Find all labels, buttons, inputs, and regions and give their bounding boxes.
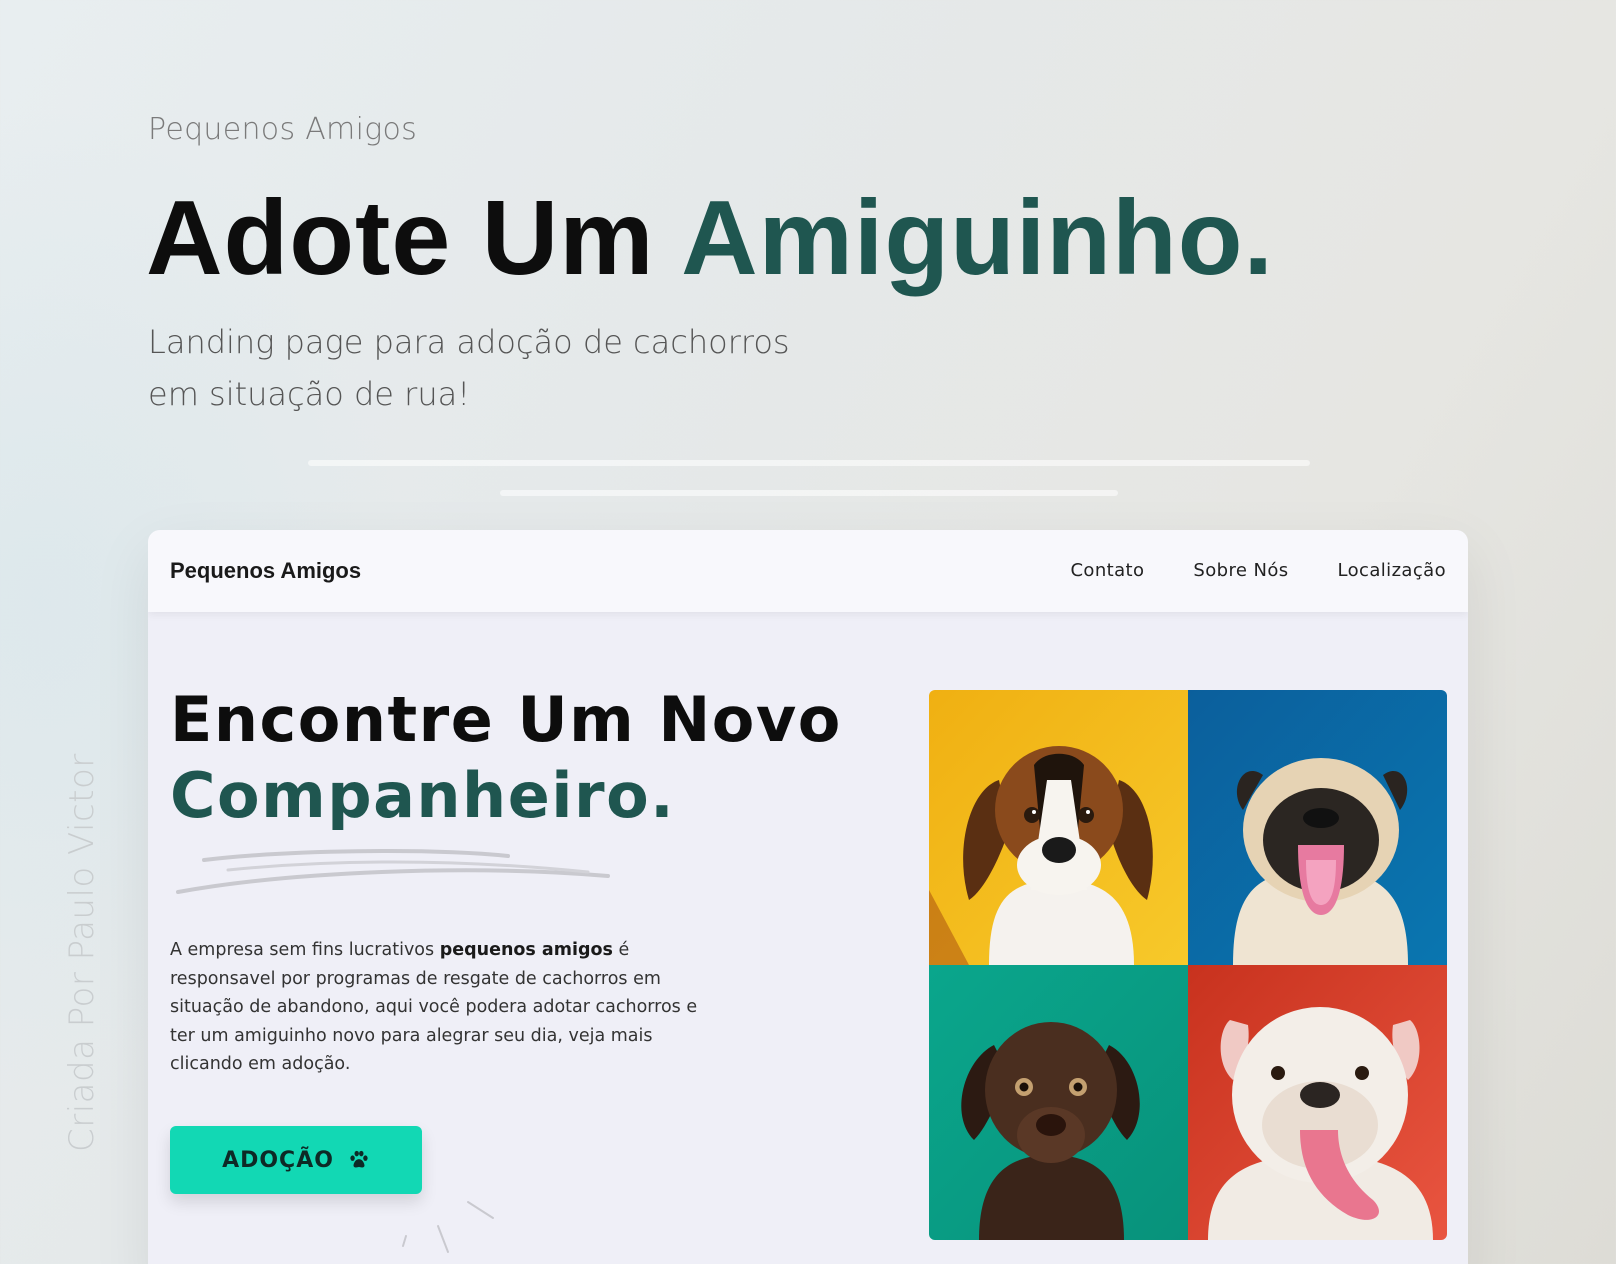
company-name-bold: pequenos amigos [439,940,613,960]
site-headline-accent: Companheiro. [170,759,676,832]
nav-link-localizacao[interactable]: Localização [1338,560,1446,581]
site-headline: Encontre Um Novo Companheiro. [170,682,842,834]
nav-link-contato[interactable]: Contato [1070,560,1144,581]
pug-image [1188,690,1447,965]
beagle-image [929,690,1188,965]
bulldog-photo [1188,965,1447,1240]
author-credit: Criada Por Paulo Victor [62,753,102,1152]
showcase-title: Adote Um Amiguinho. [146,178,1274,299]
decorative-divider [308,460,1310,466]
nav-links: Contato Sobre Nós Localização [1070,560,1446,581]
showcase-title-accent: Amiguinho. [681,179,1274,297]
pug-photo [1188,690,1447,965]
adopt-button[interactable]: ADOÇÃO [170,1126,422,1194]
showcase-subtitle: Landing page para adoção de cachorros em… [148,323,790,413]
site-headline-main: Encontre Um Novo [170,683,842,756]
labrador-image [929,965,1188,1240]
beagle-puppy-photo [929,690,1188,965]
scribble-underline [176,849,610,894]
showcase-title-main: Adote Um [146,179,655,297]
decorative-sparks [402,1201,494,1253]
showcase-eyebrow: Pequenos Amigos [148,112,418,147]
nav-link-sobre-nos[interactable]: Sobre Nós [1193,560,1288,581]
site-brand[interactable]: Pequenos Amigos [170,558,361,584]
bulldog-image [1188,965,1447,1240]
site-navbar: Pequenos Amigos Contato Sobre Nós Locali… [148,530,1468,612]
labrador-puppy-photo [929,965,1188,1240]
dog-photo-grid [929,690,1447,1240]
decorative-divider [500,490,1118,496]
website-preview: Pequenos Amigos Contato Sobre Nós Locali… [148,530,1468,1264]
paw-icon [350,1150,368,1168]
adopt-button-label: ADOÇÃO [222,1147,334,1173]
site-description: A empresa sem fins lucrativos pequenos a… [170,940,698,1074]
